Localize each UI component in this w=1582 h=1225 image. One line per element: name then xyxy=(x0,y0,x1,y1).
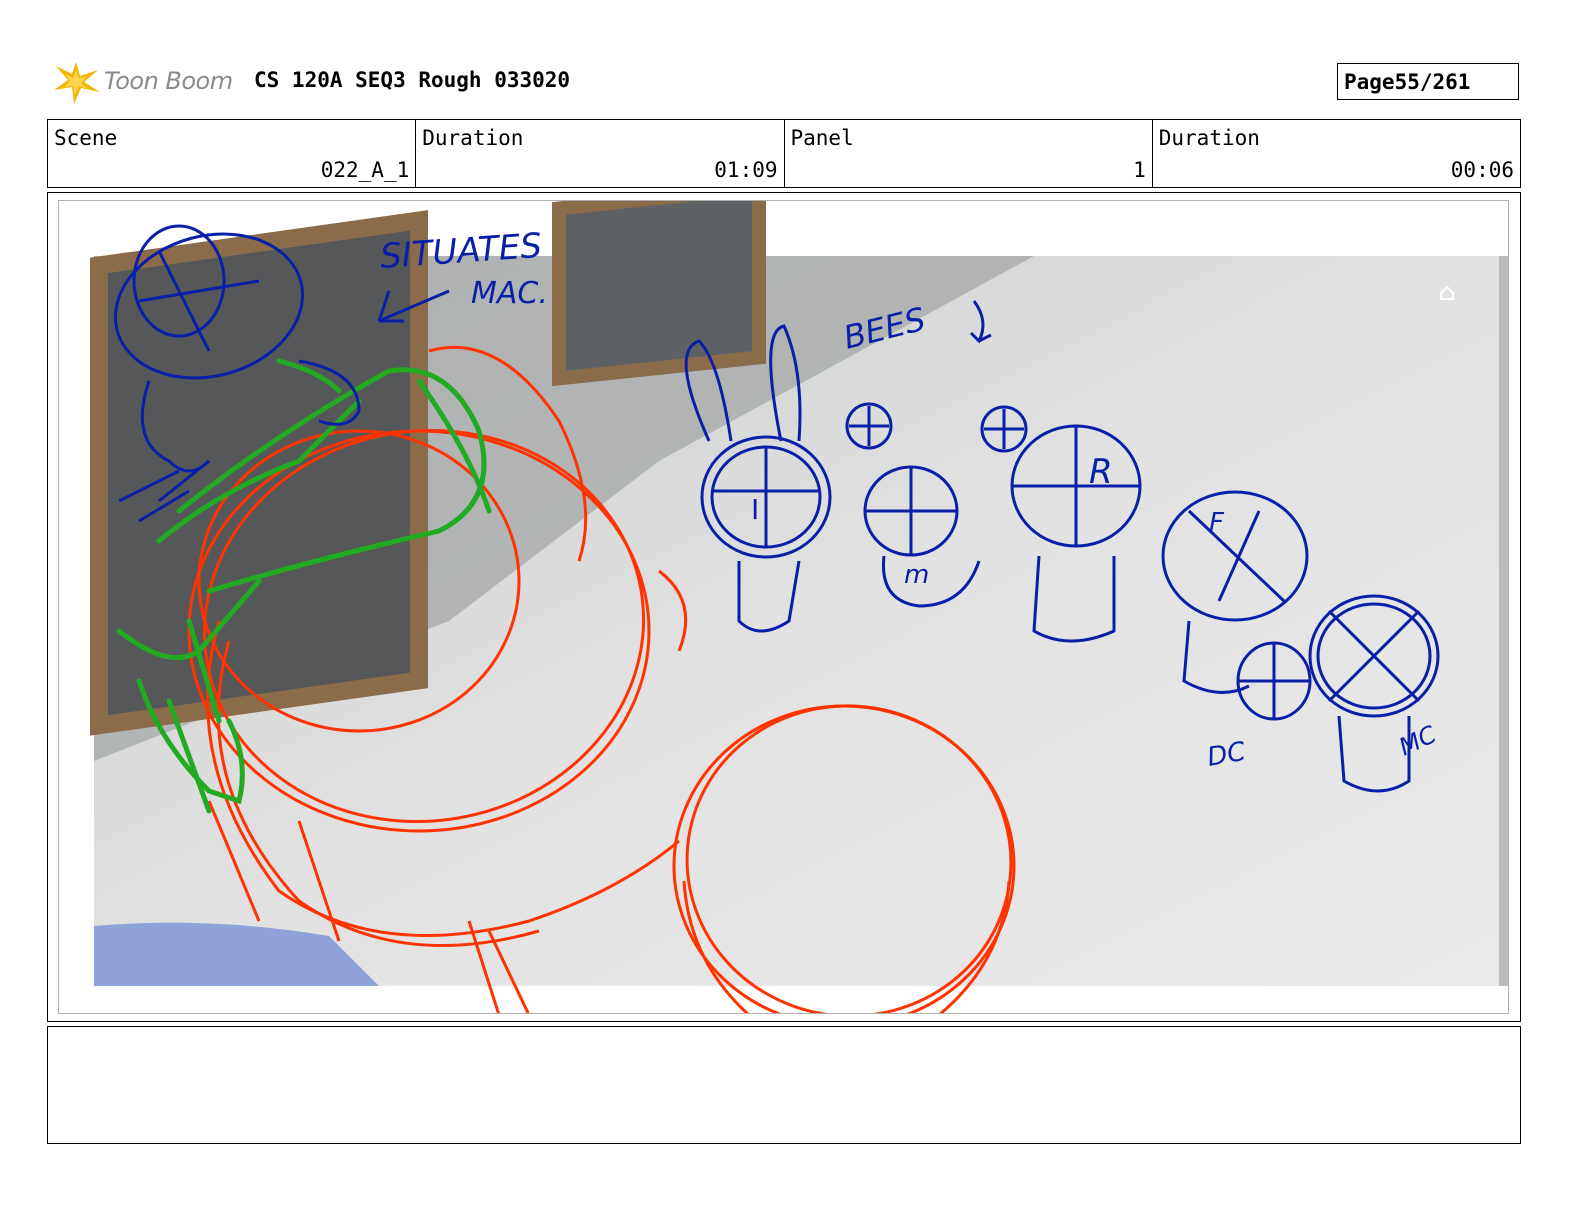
panel-notes-box xyxy=(47,1026,1521,1144)
star-burst-icon xyxy=(54,62,100,104)
panel-duration-value: 00:06 xyxy=(1450,158,1514,182)
panel-duration-cell: Duration 00:06 xyxy=(1153,120,1520,187)
panel-cell: Panel 1 xyxy=(785,120,1153,187)
scene-duration-label: Duration xyxy=(422,126,524,150)
char-label-f: F xyxy=(1209,508,1225,538)
document-title: CS 120A SEQ3 Rough 033020 xyxy=(254,68,571,92)
page-indicator: Page 55/261 xyxy=(1337,63,1519,100)
scene-cell: Scene 022_A_1 xyxy=(48,120,417,187)
panel-duration-label: Duration xyxy=(1158,126,1260,150)
scene-value: 022_A_1 xyxy=(320,158,410,182)
panel-info-row: Scene 022_A_1 Duration 01:09 Panel 1 Dur… xyxy=(47,119,1521,188)
window-center xyxy=(552,201,766,387)
storyboard-panel-image: SITUATES MAC. BEES I m R F DC MC xyxy=(58,200,1509,1014)
page-number: 55/261 xyxy=(1394,69,1471,94)
toon-boom-logo: Toon Boom xyxy=(50,56,250,108)
page-label: Page xyxy=(1344,69,1395,94)
char-label-i: I xyxy=(751,493,759,526)
panel-value: 1 xyxy=(1133,158,1146,182)
scene-label: Scene xyxy=(54,126,118,150)
scene-duration-cell: Duration 01:09 xyxy=(416,120,785,187)
panel-sketch: SITUATES MAC. BEES I m R F DC MC xyxy=(90,201,1508,1013)
panel-label: Panel xyxy=(790,126,854,150)
char-label-m: m xyxy=(904,560,929,590)
note-mac: MAC. xyxy=(471,276,548,311)
right-edge xyxy=(1499,256,1508,986)
scene-duration-value: 01:09 xyxy=(714,158,778,182)
brand-name: Toon Boom xyxy=(104,67,233,95)
char-label-r: R xyxy=(1089,452,1113,492)
